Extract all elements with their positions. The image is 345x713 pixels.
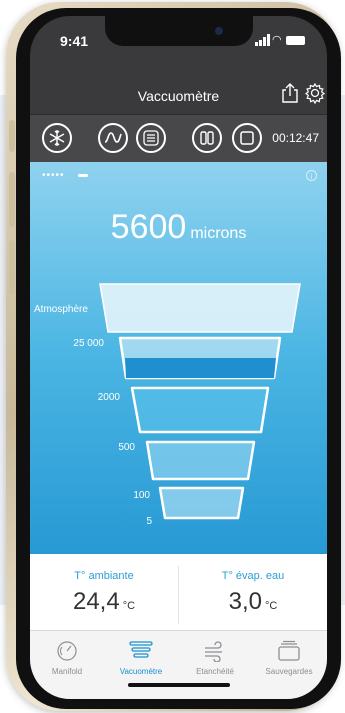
tab-manifold[interactable]: Manifold	[30, 631, 104, 699]
tab-label: Vacuomètre	[119, 667, 163, 676]
level-label-2000: 2000	[97, 392, 120, 403]
tab-label: Manifold	[51, 667, 83, 676]
gauge-icon	[57, 641, 77, 661]
gear-icon[interactable]	[304, 82, 326, 104]
home-indicator[interactable]	[128, 683, 230, 687]
toolbar: 00:12:47	[30, 114, 327, 163]
snowflake-icon	[49, 130, 65, 146]
evap-temp-label: T° évap. eau	[221, 570, 285, 582]
level-label-500: 500	[118, 442, 135, 453]
snowflake-button[interactable]	[42, 123, 72, 153]
funnel-level-2000	[130, 386, 270, 434]
funnel-level-100	[158, 486, 245, 520]
tab-label: Sauvegardes	[265, 667, 313, 676]
ambient-temp-label: T° ambiante	[74, 570, 134, 582]
app-header: Vaccuomètre	[30, 64, 327, 114]
pause-icon	[200, 131, 214, 145]
volume-down-button	[9, 240, 15, 295]
signal-icon	[255, 42, 258, 46]
stack-icon	[278, 640, 300, 661]
stop-icon	[240, 131, 254, 145]
elapsed-timer: 00:12:47	[272, 131, 319, 145]
funnel-icon	[129, 641, 153, 658]
evaporation-temperature: T° évap. eau 3,0 °C	[179, 554, 327, 630]
level-label-atmosphere: Atmosphère	[34, 304, 88, 315]
share-icon[interactable]	[280, 82, 300, 104]
temperature-panel: T° ambiante 24,4 °C T° évap. eau 3,0 °C	[30, 554, 327, 630]
status-icons: ◠	[255, 34, 305, 46]
tab-label: Etanchéité	[196, 667, 234, 676]
volume-up-button	[9, 172, 15, 227]
pause-button[interactable]	[192, 123, 222, 153]
notch	[105, 16, 253, 46]
wind-icon	[205, 641, 222, 662]
list-button[interactable]	[136, 123, 166, 153]
camera-icon	[215, 27, 223, 35]
list-icon	[143, 130, 159, 146]
wifi-icon: ◠	[272, 34, 282, 46]
ambient-temp-unit: °C	[122, 600, 136, 612]
evap-temp-number: 3,0	[228, 588, 263, 615]
battery-icon	[286, 36, 305, 45]
signal-bar	[267, 34, 270, 46]
level-label-25000: 25 000	[73, 338, 104, 349]
evap-temp-value: 3,0 °C	[179, 588, 327, 616]
tab-bar: Manifold Vacuomètre Etanchéité Sauvegard…	[30, 630, 327, 699]
funnel-level-500	[145, 440, 256, 481]
level-label-5: 5	[146, 516, 152, 527]
tab-etancheite[interactable]: Etanchéité	[178, 631, 252, 699]
phone-screen: 9:41 ◠ Vaccuomètre 00:12:47 ••••• i 5600…	[30, 16, 327, 699]
stop-button[interactable]	[232, 123, 262, 153]
ambient-temp-value: 24,4 °C	[30, 588, 178, 616]
ambient-temperature: T° ambiante 24,4 °C	[30, 554, 178, 630]
level-label-100: 100	[133, 490, 150, 501]
tab-sauvegardes[interactable]: Sauvegardes	[252, 631, 326, 699]
ambient-temp-number: 24,4	[72, 588, 120, 615]
evap-temp-unit: °C	[265, 600, 278, 612]
sine-wave-icon	[104, 132, 122, 143]
status-time: 9:41	[60, 33, 89, 49]
funnel-level-25000-fill	[125, 358, 276, 378]
signal-bar	[259, 40, 262, 46]
signal-bar	[263, 37, 266, 46]
wave-button[interactable]	[98, 123, 128, 153]
funnel-level-atmosphere	[99, 283, 301, 333]
silent-switch	[9, 120, 15, 152]
tab-vacuometre[interactable]: Vacuomètre	[104, 631, 178, 699]
phone-frame: 9:41 ◠ Vaccuomètre 00:12:47 ••••• i 5600…	[6, 2, 341, 711]
vacuum-panel: ••••• i 5600 microns Atmosphère 25 000 20…	[30, 162, 327, 554]
vacuum-funnel	[99, 283, 301, 520]
